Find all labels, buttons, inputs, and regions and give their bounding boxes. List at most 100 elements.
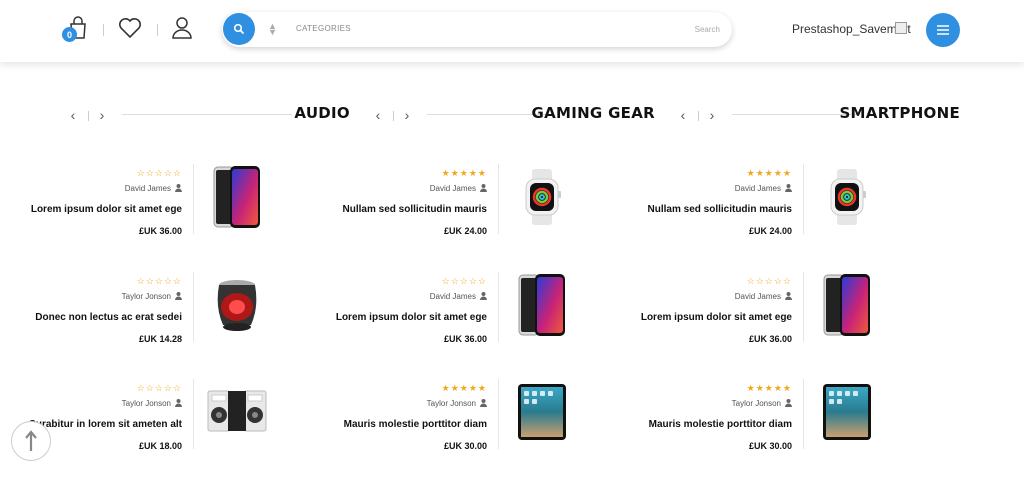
product-author: David James bbox=[125, 184, 182, 193]
product-name-link[interactable]: Lorem ipsum dolor sit amet ege bbox=[641, 312, 792, 323]
cart-count-badge: 0 bbox=[62, 27, 77, 42]
search-input[interactable] bbox=[522, 21, 720, 37]
star-icon: ★ bbox=[450, 168, 460, 178]
divider bbox=[193, 272, 194, 342]
product-image-speaker-icon[interactable] bbox=[202, 272, 272, 338]
search-bar: ▲ ▼ CATEGORIES bbox=[222, 12, 732, 47]
product-card[interactable]: ★★★★★ David James Nullam sed sollicitudin … bbox=[602, 164, 882, 248]
column-header-audio: ‹ › AUDIO bbox=[66, 104, 350, 126]
star-icon: ★ bbox=[441, 168, 451, 178]
rating-stars: ☆☆☆☆☆ bbox=[747, 276, 792, 287]
hamburger-menu-icon bbox=[937, 25, 949, 35]
prev-arrow-button[interactable]: ‹ bbox=[66, 104, 80, 126]
product-image-smartwatch-icon[interactable] bbox=[507, 164, 577, 230]
prev-arrow-button[interactable]: ‹ bbox=[676, 104, 690, 126]
rating-stars: ★★★★★ bbox=[442, 383, 487, 394]
star-icon: ☆ bbox=[154, 383, 164, 393]
product-image-smartwatch-icon[interactable] bbox=[812, 164, 882, 230]
author-name: David James bbox=[734, 292, 781, 301]
star-icon: ★ bbox=[468, 383, 478, 393]
product-author: Taylor Jonson bbox=[122, 292, 182, 301]
product-price: £UK 36.00 bbox=[748, 334, 792, 344]
star-icon: ★ bbox=[782, 168, 792, 178]
star-icon: ★ bbox=[468, 168, 478, 178]
product-card[interactable]: ☆☆☆☆☆ David James Lorem ipsum dolor sit am… bbox=[0, 164, 272, 248]
star-icon: ★ bbox=[746, 383, 756, 393]
product-image-tablet-icon[interactable] bbox=[507, 379, 577, 445]
product-image-speakers-pair-icon[interactable] bbox=[202, 379, 272, 445]
star-icon: ☆ bbox=[154, 168, 164, 178]
divider bbox=[803, 272, 804, 342]
star-icon: ☆ bbox=[145, 276, 155, 286]
user-icon bbox=[785, 184, 792, 192]
product-card[interactable]: ★★★★★ David James Nullam sed sollicitudin … bbox=[297, 164, 577, 248]
product-card[interactable]: ☆☆☆☆☆ Taylor Jonson Donec non lectus ac er… bbox=[0, 272, 272, 356]
star-icon: ★ bbox=[450, 383, 460, 393]
product-author: Taylor Jonson bbox=[122, 399, 182, 408]
product-name-link[interactable]: Donec non lectus ac erat sedei bbox=[35, 312, 182, 323]
next-arrow-button[interactable]: › bbox=[95, 104, 109, 126]
product-name-link[interactable]: Lorem ipsum dolor sit amet ege bbox=[336, 312, 487, 323]
rating-stars: ★★★★★ bbox=[747, 168, 792, 179]
menu-button[interactable] bbox=[926, 13, 960, 47]
categories-select[interactable]: CATEGORIES bbox=[296, 24, 351, 33]
star-icon: ★ bbox=[477, 383, 487, 393]
star-icon: ☆ bbox=[136, 276, 146, 286]
star-icon: ★ bbox=[441, 383, 451, 393]
search-button[interactable] bbox=[223, 13, 255, 45]
product-name-link[interactable]: Nullam sed sollicitudin mauris bbox=[648, 204, 792, 215]
author-name: David James bbox=[429, 292, 476, 301]
product-image-smartphone-icon[interactable] bbox=[202, 164, 272, 230]
product-image-smartphone-icon[interactable] bbox=[812, 272, 882, 338]
product-name-link[interactable]: Curabitur in lorem sit ameten alt bbox=[29, 419, 182, 430]
star-icon: ☆ bbox=[136, 168, 146, 178]
product-price: £UK 36.00 bbox=[443, 334, 487, 344]
shop-name-link[interactable]: Prestashop_Savemart bbox=[792, 22, 911, 36]
divider bbox=[498, 272, 499, 342]
product-card[interactable]: ☆☆☆☆☆ David James Lorem ipsum dolor sit am… bbox=[297, 272, 577, 356]
star-icon: ☆ bbox=[172, 276, 182, 286]
header-rule bbox=[122, 114, 292, 115]
divider bbox=[193, 379, 194, 449]
product-name-link[interactable]: Mauris molestie porttitor diam bbox=[649, 419, 792, 430]
product-price: £UK 24.00 bbox=[748, 226, 792, 236]
column-header-gaming-gear: ‹ › GAMING GEAR bbox=[371, 104, 655, 126]
column-title: SMARTPHONE bbox=[839, 104, 960, 122]
product-image-tablet-icon[interactable] bbox=[812, 379, 882, 445]
next-arrow-button[interactable]: › bbox=[705, 104, 719, 126]
author-name: Taylor Jonson bbox=[121, 399, 171, 408]
user-icon bbox=[175, 399, 182, 407]
product-price: £UK 30.00 bbox=[748, 441, 792, 451]
broken-image-icon bbox=[895, 22, 907, 34]
star-icon: ★ bbox=[764, 168, 774, 178]
user-icon bbox=[785, 292, 792, 300]
star-icon: ☆ bbox=[764, 276, 774, 286]
star-icon: ★ bbox=[755, 383, 765, 393]
user-account-icon[interactable] bbox=[168, 14, 196, 42]
site-header: 0 ▲▼ CATEGORIES Prestashop_Savemart bbox=[0, 0, 1024, 62]
product-card[interactable]: ★★★★★ Taylor Jonson Mauris molestie portti… bbox=[297, 379, 577, 463]
divider bbox=[698, 111, 699, 121]
product-name-link[interactable]: Lorem ipsum dolor sit amet ege bbox=[31, 204, 182, 215]
wishlist-heart-icon[interactable] bbox=[116, 14, 144, 42]
product-name-link[interactable]: Mauris molestie porttitor diam bbox=[344, 419, 487, 430]
product-card[interactable]: ★★★★★ Taylor Jonson Mauris molestie portti… bbox=[602, 379, 882, 463]
rating-stars: ★★★★★ bbox=[747, 383, 792, 394]
product-card[interactable]: ☆☆☆☆☆ David James Lorem ipsum dolor sit am… bbox=[602, 272, 882, 356]
rating-stars: ☆☆☆☆☆ bbox=[137, 383, 182, 394]
star-icon: ☆ bbox=[755, 276, 765, 286]
author-name: David James bbox=[124, 184, 171, 193]
prev-arrow-button[interactable]: ‹ bbox=[371, 104, 385, 126]
star-icon: ★ bbox=[773, 383, 783, 393]
product-author: David James bbox=[735, 292, 792, 301]
product-image-smartphone-icon[interactable] bbox=[507, 272, 577, 338]
scroll-to-top-button[interactable] bbox=[11, 421, 51, 461]
next-arrow-button[interactable]: › bbox=[400, 104, 414, 126]
user-icon bbox=[785, 399, 792, 407]
divider bbox=[803, 379, 804, 449]
rating-stars: ☆☆☆☆☆ bbox=[137, 168, 182, 179]
author-name: Taylor Jonson bbox=[121, 292, 171, 301]
star-icon: ☆ bbox=[450, 276, 460, 286]
sort-arrows-icon[interactable]: ▲ ▼ bbox=[268, 22, 277, 37]
product-name-link[interactable]: Nullam sed sollicitudin mauris bbox=[343, 204, 487, 215]
